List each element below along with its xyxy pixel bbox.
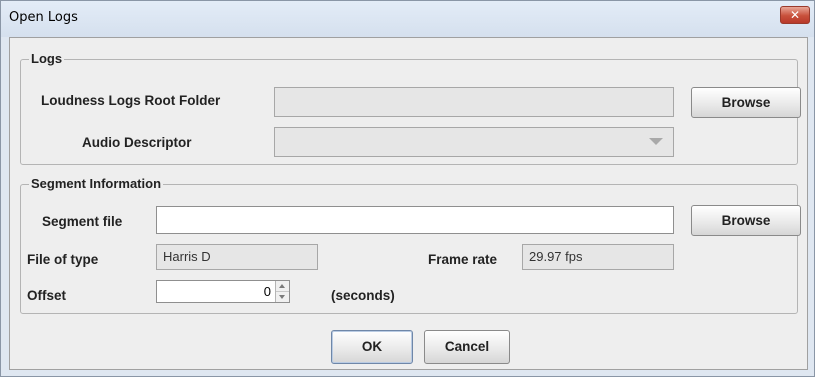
segment-legend: Segment Information <box>29 176 164 192</box>
file-type-label: File of type <box>27 252 99 267</box>
title-bar[interactable]: Open Logs ✕ <box>1 1 814 37</box>
file-type-field: Harris D <box>156 244 318 270</box>
segment-file-label: Segment file <box>42 214 123 229</box>
spin-up-icon[interactable] <box>276 281 289 292</box>
frame-rate-label: Frame rate <box>428 252 498 267</box>
offset-value: 0 <box>263 284 271 299</box>
offset-spin-buttons <box>275 281 289 302</box>
audio-descriptor-select[interactable] <box>274 127 674 157</box>
ok-button[interactable]: OK <box>331 330 413 364</box>
logs-browse-button[interactable]: Browse <box>691 87 801 118</box>
close-icon: ✕ <box>789 8 801 22</box>
frame-rate-field: 29.97 fps <box>522 244 674 270</box>
segment-browse-button[interactable]: Browse <box>691 205 801 236</box>
offset-unit-label: (seconds) <box>331 288 395 303</box>
chevron-down-icon <box>649 138 663 145</box>
offset-spinner[interactable]: 0 <box>156 280 290 303</box>
segment-file-field[interactable] <box>156 206 674 234</box>
logs-legend: Logs <box>29 51 65 67</box>
window-title: Open Logs <box>9 10 78 25</box>
logs-group: Logs Loudness Logs Root Folder Browse Au… <box>20 51 801 165</box>
audio-descriptor-label: Audio Descriptor <box>82 135 192 150</box>
root-folder-field[interactable] <box>274 87 674 117</box>
open-logs-dialog: Open Logs ✕ Logs Loudness Logs Root Fold… <box>0 0 815 377</box>
dialog-content: Logs Loudness Logs Root Folder Browse Au… <box>9 37 808 370</box>
close-button[interactable]: ✕ <box>780 6 810 24</box>
segment-info-group: Segment Information Segment file Browse … <box>20 176 801 314</box>
root-folder-label: Loudness Logs Root Folder <box>41 93 221 108</box>
offset-label: Offset <box>27 288 67 303</box>
cancel-button[interactable]: Cancel <box>424 330 510 364</box>
spin-down-icon[interactable] <box>276 292 289 303</box>
